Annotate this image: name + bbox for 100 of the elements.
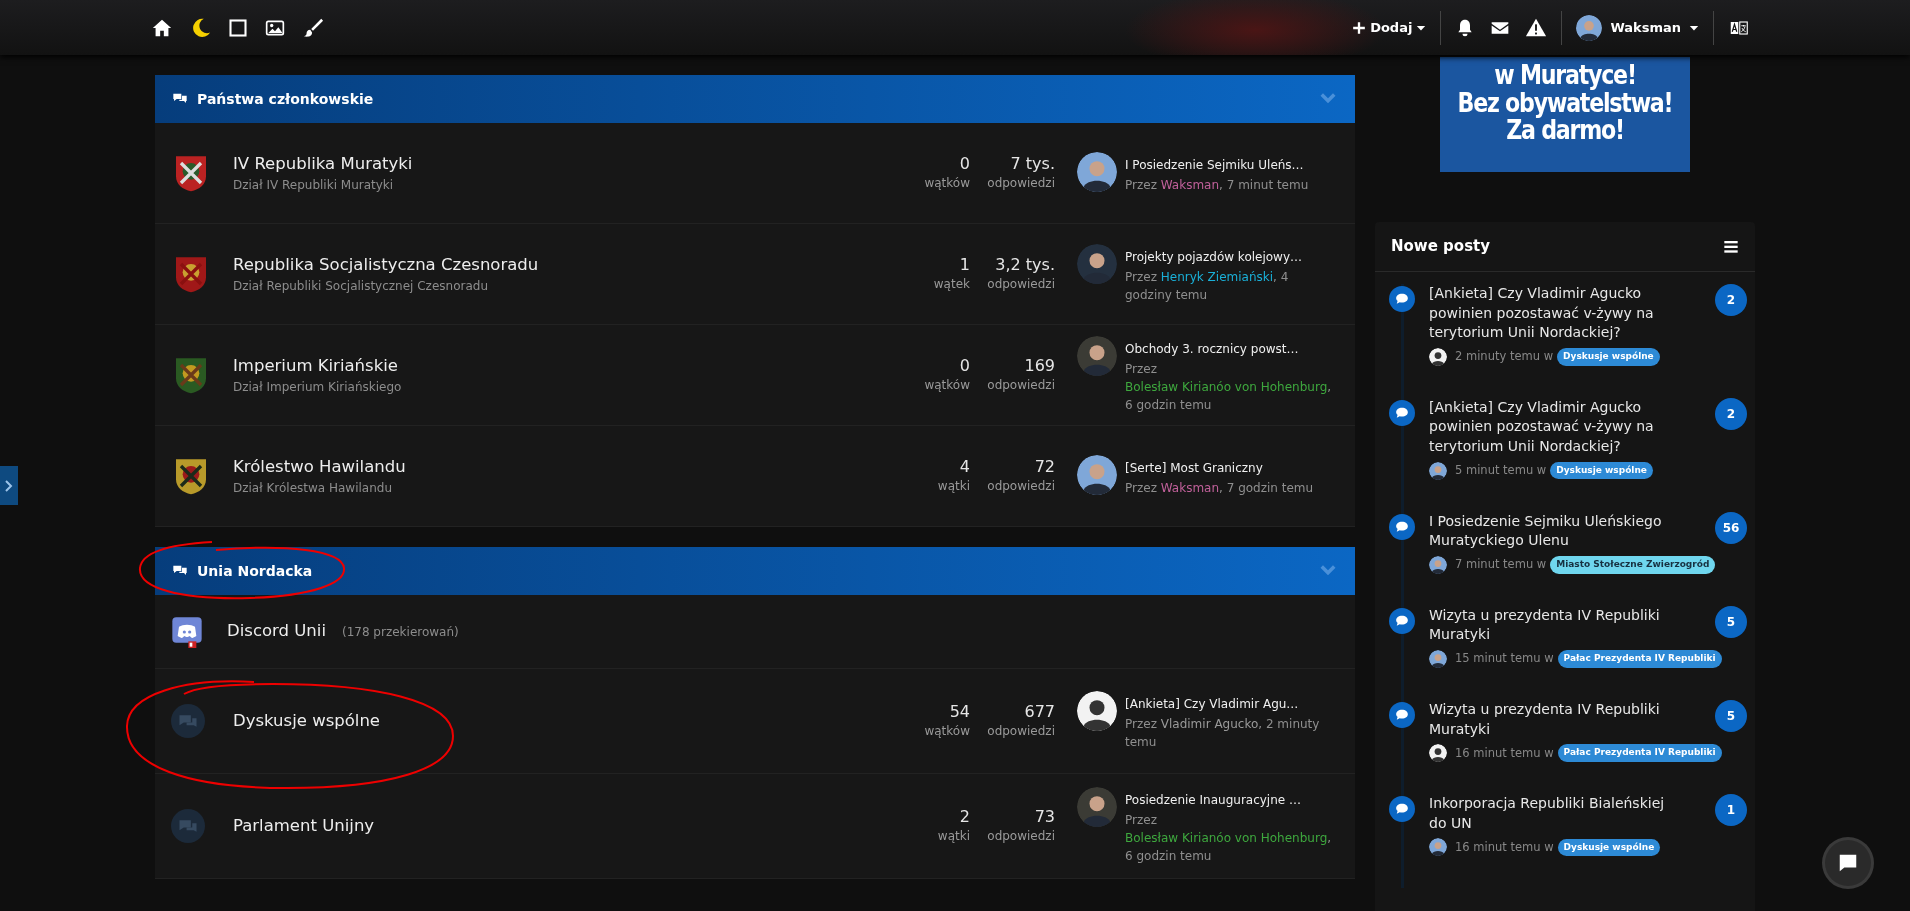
avatar-icon: [1077, 691, 1117, 731]
post-label: odpowiedzi: [986, 477, 1055, 495]
post-label: odpowiedzi: [986, 722, 1055, 740]
avatar-icon: [1429, 649, 1447, 668]
translate-icon[interactable]: [1728, 18, 1750, 37]
redirect-count: (178 przekierowań): [341, 623, 459, 641]
card-title: Nowe posty: [1391, 236, 1491, 258]
thread-count: 0: [958, 154, 970, 174]
avatar-icon: [1429, 461, 1447, 480]
last-post-title[interactable]: Obchody 3. rocznicy powst…: [1125, 340, 1299, 358]
last-post-meta: Przez Bolesław Kirianóo von Hohenburg, 6 godzin temu: [1125, 812, 1333, 865]
post-count: 3,2 tys.: [994, 255, 1055, 275]
forum-title[interactable]: Parlament Unijny: [233, 813, 900, 839]
post-label: odpowiedzi: [986, 376, 1055, 394]
post-count: 169: [1023, 356, 1055, 376]
post-count: 73: [1033, 807, 1055, 827]
thread-count: 4: [958, 457, 970, 477]
forum-title[interactable]: IV Republika Muratyki: [233, 151, 900, 177]
thread-count: 0: [958, 356, 970, 376]
post-time: 5 minut temu w: [1455, 461, 1547, 479]
last-post-title[interactable]: [Serte] Most Graniczny: [1125, 459, 1263, 477]
author-link[interactable]: Waksman: [1160, 481, 1220, 495]
last-post-title[interactable]: [Ankieta] Czy Vladimir Agu…: [1125, 695, 1299, 713]
forum-icon: [171, 809, 205, 843]
post-count: 7 tys.: [1009, 154, 1055, 174]
comment-icon: [1395, 613, 1409, 628]
last-post-title[interactable]: Posiedzenie Inauguracyjne …: [1125, 791, 1301, 809]
post-title[interactable]: [Ankieta] Czy Vladimir Agucko powinien pozostawać v-żywy na terytorium Unii Nordackiej?: [1429, 397, 1684, 457]
forum-icon: [171, 704, 205, 738]
comment-icon: [1395, 405, 1409, 420]
forum-description: Dział Republiki Socjalistycznej Czesnoradu: [233, 278, 489, 296]
forum-description: Dział IV Republiki Muratyki: [233, 177, 395, 195]
moon-icon[interactable]: [190, 16, 212, 39]
user-menu[interactable]: Waksman: [1576, 14, 1699, 41]
square-icon[interactable]: [228, 17, 248, 38]
banner-text: w Muratyce!: [1493, 61, 1637, 89]
comment-icon: [1395, 292, 1409, 306]
last-post-title[interactable]: I Posiedzenie Sejmiku Uleńs…: [1125, 156, 1304, 174]
menu-icon[interactable]: [1723, 238, 1739, 255]
forum-tag[interactable]: Pałac Prezydenta IV Republiki: [1557, 650, 1722, 668]
plus-icon: [1352, 20, 1367, 35]
forum-title[interactable]: Imperium Kiriańskie: [233, 353, 900, 379]
post-count: 677: [1023, 702, 1055, 722]
forum-tag[interactable]: Dyskusje wspólne: [1557, 348, 1660, 366]
post-title[interactable]: I Posiedzenie Sejmiku Uleńskiego Muratyckiego Ulenu: [1429, 511, 1684, 551]
forum-title[interactable]: Republika Socjalistyczna Czesnoradu: [233, 252, 900, 278]
forum-title[interactable]: Dyskusje wspólne: [233, 708, 900, 734]
last-post-title[interactable]: Projekty pojazdów kolejowy…: [1125, 248, 1303, 266]
post-time: 2 minuty temu w: [1455, 348, 1554, 366]
reply-count-badge: 2: [1715, 397, 1747, 430]
post-time: 7 minut temu w: [1455, 556, 1547, 574]
post-time: 15 minut temu w: [1455, 650, 1554, 668]
author-link[interactable]: Waksman: [1160, 178, 1220, 192]
thread-label: wątki: [936, 477, 970, 495]
post-time: 16 minut temu w: [1455, 838, 1554, 856]
post-title[interactable]: [Ankieta] Czy Vladimir Agucko powinien pozostawać v-żywy na terytorium Unii Nordackiej?: [1429, 284, 1684, 343]
banner-ad[interactable]: w Muratyce! Bez obywatelstwa! Za darmo!: [1440, 57, 1690, 172]
reply-count-badge: 5: [1715, 699, 1747, 732]
avatar-icon: [1077, 787, 1117, 827]
forum-description: Dział Królestwa Hawilandu: [233, 480, 394, 498]
thread-count: 54: [948, 702, 970, 722]
forum-title[interactable]: Królestwo Hawilandu: [233, 454, 900, 480]
forum-tag[interactable]: Dyskusje wspólne: [1550, 461, 1653, 480]
category-header[interactable]: Państwa członkowskie: [155, 75, 1355, 123]
avatar-icon: [1429, 555, 1447, 574]
chat-button[interactable]: [1825, 840, 1871, 886]
thread-label: wątków: [923, 174, 970, 192]
author-link[interactable]: Henryk Ziemiański: [1160, 270, 1274, 284]
last-post-meta: Przez Waksman, 7 minut temu: [1125, 177, 1310, 194]
brush-icon[interactable]: [302, 16, 324, 39]
reply-count-badge: 56: [1715, 511, 1747, 544]
post-title[interactable]: Inkorporacja Republiki Bialeńskiej do UN: [1429, 794, 1684, 834]
last-post-meta: Przez Waksman, 7 godzin temu: [1125, 480, 1315, 497]
post-title[interactable]: Wizyta u prezydenta IV Republiki Muratyki: [1429, 605, 1684, 645]
category-header[interactable]: Unia Nordacka: [155, 547, 1355, 595]
forum-link[interactable]: Discord Unii: [227, 619, 326, 644]
avatar-icon: [1429, 838, 1447, 857]
forum-tag[interactable]: Pałac Prezydenta IV Republiki: [1557, 744, 1722, 762]
reply-count-badge: 1: [1715, 794, 1747, 827]
last-post-meta: Przez Henryk Ziemiański, 4 godziny temu: [1125, 269, 1290, 304]
avatar-icon: [1429, 347, 1447, 366]
forum-description: Dział Imperium Kiriańskiego: [233, 379, 403, 397]
forum-tag[interactable]: Miasto Stołeczne Zwierzogród: [1550, 556, 1716, 574]
last-post-meta: Przez Vladimir Agucko, 2 minuty temu: [1125, 716, 1321, 751]
avatar-icon: [1077, 336, 1117, 376]
post-label: odpowiedzi: [986, 174, 1055, 192]
post-label: odpowiedzi: [986, 275, 1055, 293]
chat-icon: [1837, 852, 1859, 874]
reply-count-badge: 5: [1715, 605, 1747, 638]
chevron-right-icon: [5, 479, 13, 492]
forum-tag[interactable]: Dyskusje wspólne: [1557, 838, 1661, 857]
sidebar-toggle[interactable]: [0, 466, 18, 505]
thread-count: 2: [958, 807, 970, 827]
comment-icon: [1395, 707, 1409, 722]
post-title[interactable]: Wizyta u prezydenta IV Republiki Muratyki: [1429, 699, 1684, 740]
thread-label: wątków: [923, 376, 970, 394]
comment-icon: [1395, 519, 1409, 534]
add-button[interactable]: Dodaj: [1352, 17, 1427, 38]
avatar-icon: [1429, 744, 1447, 763]
last-post-meta: Przez Bolesław Kirianóo von Hohenburg, 6 godzin temu: [1125, 361, 1333, 414]
